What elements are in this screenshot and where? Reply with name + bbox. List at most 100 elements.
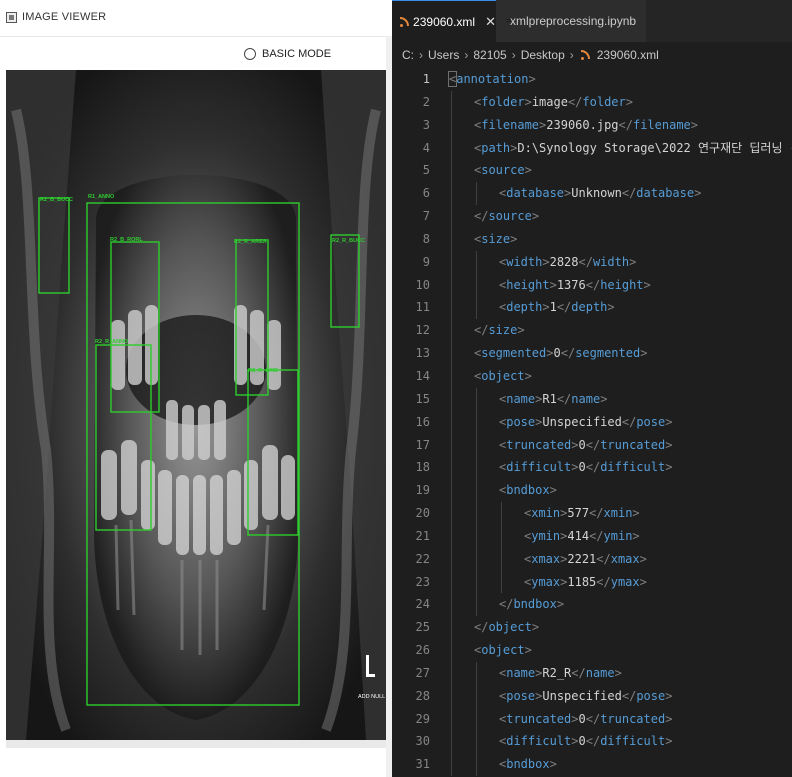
code-area[interactable]: 1 <annotation> 2 <folder>image</folder> 3 <fi… (392, 68, 792, 777)
line-number: 12 (415, 323, 430, 338)
breadcrumb-item[interactable]: C: (402, 48, 414, 62)
code-line[interactable]: 20 <xmin>577</xmin> (392, 502, 792, 525)
bracket: </ (621, 414, 637, 429)
code-line[interactable]: 17 <truncated>0</truncated> (392, 433, 792, 457)
bracket: </ (585, 734, 601, 749)
viewer-title: IMAGE VIEWER (22, 11, 107, 23)
bracket: > (640, 346, 648, 361)
xml-tag: ymax (610, 574, 640, 589)
code-content: <bndbox> (499, 753, 557, 776)
code-line[interactable]: 9 <width>2828</width> (392, 250, 792, 274)
xml-tag: folder (481, 94, 525, 109)
basic-mode-option[interactable]: BASIC MODE (244, 46, 331, 62)
code-line[interactable]: 28 <pose>Unspecified</pose> (392, 684, 792, 708)
indent-guide (476, 387, 477, 411)
code-line[interactable]: 1 <annotation> (392, 68, 792, 91)
code-line[interactable]: 7 </source> (392, 205, 792, 228)
xml-tag: difficult (600, 734, 666, 749)
xml-tag: object (481, 368, 525, 383)
code-line[interactable]: 15 <name>R1</name> (392, 387, 792, 411)
bracket: > (524, 643, 532, 658)
code-line[interactable]: 21 <ymin>414</ymin> (392, 524, 792, 548)
box-label: R2_B_BUCC (40, 197, 73, 203)
line-number: 6 (422, 186, 430, 201)
indent-guide (476, 433, 477, 457)
code-line[interactable]: 2 <folder>image</folder> (392, 90, 792, 114)
bracket: > (614, 665, 622, 680)
xml-tag: truncated (600, 711, 666, 726)
breadcrumb-item[interactable]: 239060.xml (597, 48, 659, 62)
code-line[interactable]: 24 </bndbox> (392, 593, 792, 617)
editor-tabbar: 239060.xml ✕ xmlpreprocessing.ipynb (392, 0, 792, 42)
line-number: 14 (415, 368, 430, 383)
bracket: > (531, 209, 540, 224)
code-content: <depth>1</depth> (499, 296, 615, 319)
code-line[interactable]: 8 <size> (392, 227, 792, 251)
xml-value: 2828 (549, 254, 579, 269)
bracket: > (665, 414, 673, 429)
code-line[interactable]: 19 <bndbox> (392, 479, 792, 503)
radio-button-icon[interactable] (244, 48, 256, 60)
code-line[interactable]: 6 <database>Unknown</database> (392, 182, 792, 206)
xml-tag: xmin (531, 506, 561, 521)
bracket: </ (578, 254, 593, 269)
bracket: > (524, 368, 532, 383)
tab-label: 239060.xml (413, 14, 476, 29)
line-number: 16 (415, 414, 430, 429)
code-line[interactable]: 11 <depth>1</depth> (392, 296, 792, 320)
indent-guide (451, 319, 452, 343)
code-line[interactable]: 3 <filename>239060.jpg</filename> (392, 113, 792, 137)
breadcrumb-item[interactable]: 82105 (473, 48, 506, 62)
breadcrumb-item[interactable]: Users (428, 48, 459, 62)
bracket: </ (560, 346, 576, 361)
bracket: > (571, 711, 579, 726)
indent-guide (476, 456, 477, 480)
xml-tag: pose (636, 414, 666, 429)
xray-image: R2_B_BUCC R1_ANNO R2_B_RORL R2_R_AREA R2… (6, 70, 386, 740)
line-number: 17 (415, 437, 430, 452)
xray-image-canvas[interactable]: R2_B_BUCC R1_ANNO R2_B_RORL R2_R_AREA R2… (6, 70, 386, 740)
bracket: > (625, 94, 633, 109)
xml-tag: segmented (575, 346, 641, 361)
indent-guide (476, 273, 477, 297)
code-content: <annotation> (447, 68, 536, 91)
indent-guide (451, 273, 452, 297)
code-line[interactable]: 16 <pose>Unspecified</pose> (392, 410, 792, 434)
indent-guide (451, 502, 452, 525)
code-content: <width>2828</width> (499, 251, 636, 274)
indent-guide (451, 90, 452, 114)
indent-guide (451, 661, 452, 685)
line-number: 4 (422, 140, 430, 155)
indent-guide (451, 364, 452, 388)
xml-value: 577 (567, 506, 590, 521)
code-line[interactable]: 26 <object> (392, 639, 792, 662)
code-line[interactable]: 31 <bndbox> (392, 753, 792, 777)
chevron-right-icon: › (569, 48, 574, 62)
tab-239060-xml[interactable]: 239060.xml ✕ (392, 0, 496, 42)
code-line[interactable]: 23 <ymax>1185</ymax> (392, 570, 792, 594)
close-icon[interactable]: ✕ (485, 14, 496, 30)
line-number: 15 (415, 391, 430, 406)
indent-guide (476, 479, 477, 503)
code-line[interactable]: 22 <xmax>2221</xmax> (392, 547, 792, 571)
code-content: <truncated>0</truncated> (499, 434, 672, 457)
code-line[interactable]: 10 <height>1376</height> (392, 273, 792, 297)
code-content: </size> (474, 319, 525, 342)
code-line[interactable]: 30 <difficult>0</difficult> (392, 730, 792, 754)
bracket: > (571, 437, 579, 452)
code-line[interactable]: 18 <difficult>0</difficult> (392, 456, 792, 480)
code-line[interactable]: 12 </size> (392, 319, 792, 343)
code-line[interactable]: 13 <segmented>0</segmented> (392, 342, 792, 365)
xml-tag: object (481, 643, 525, 658)
line-number: 25 (415, 620, 430, 635)
xml-value: R2_R (542, 665, 572, 680)
code-line[interactable]: 4 <path>D:\Synology Storage\2022 연구재단 딥러닝… (392, 136, 792, 160)
tab-xmlpreprocessing-ipynb[interactable]: xmlpreprocessing.ipynb (496, 0, 646, 42)
code-line[interactable]: 25 </object> (392, 616, 792, 640)
code-line[interactable]: 5 <source> (392, 159, 792, 183)
breadcrumb-item[interactable]: Desktop (521, 48, 565, 62)
code-line[interactable]: 14 <object> (392, 364, 792, 388)
code-line[interactable]: 27 <name>R2_R</name> (392, 661, 792, 685)
line-number: 29 (415, 711, 430, 726)
code-line[interactable]: 29 <truncated>0</truncated> (392, 707, 792, 731)
